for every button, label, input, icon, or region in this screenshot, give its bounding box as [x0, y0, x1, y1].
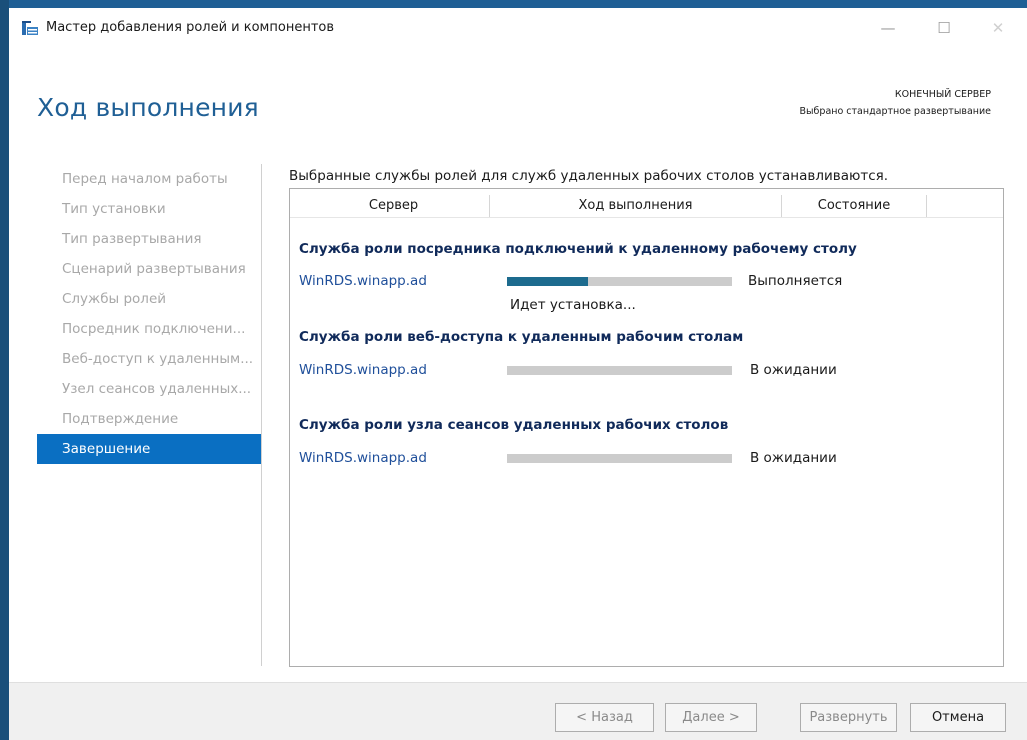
progress-bar-fill — [507, 277, 588, 286]
wizard-footer: < Назад Далее > Развернуть Отмена — [9, 682, 1027, 740]
wizard-steps-nav: Перед началом работы Тип установки Тип р… — [37, 164, 261, 464]
deploy-button[interactable]: Развернуть — [800, 703, 897, 732]
group-title-connection-broker: Служба роли посредника подключений к уда… — [299, 241, 857, 257]
nav-step-connection-broker[interactable]: Посредник подключени... — [37, 314, 261, 344]
intro-text: Выбранные службы ролей для служб удаленн… — [289, 168, 889, 184]
nav-step-before-you-begin[interactable]: Перед началом работы — [37, 164, 261, 194]
minimize-button[interactable]: — — [865, 14, 911, 42]
nav-step-deployment-scenario[interactable]: Сценарий развертывания — [37, 254, 261, 284]
nav-step-web-access[interactable]: Веб-доступ к удаленным... — [37, 344, 261, 374]
maximize-button[interactable]: ☐ — [921, 14, 967, 42]
nav-step-completion[interactable]: Завершение — [37, 434, 261, 464]
wizard-window: Мастер добавления ролей и компонентов — … — [9, 8, 1027, 740]
close-button[interactable]: ✕ — [975, 14, 1021, 42]
title-bar[interactable]: Мастер добавления ролей и компонентов — … — [9, 8, 1027, 48]
progress-bar — [507, 277, 732, 286]
row-server-name: WinRDS.winapp.ad — [299, 362, 427, 378]
next-button[interactable]: Далее > — [665, 703, 757, 732]
nav-step-confirmation[interactable]: Подтверждение — [37, 404, 261, 434]
server-manager-icon — [22, 21, 38, 35]
row-state: Выполняется — [748, 273, 843, 289]
nav-step-installation-type[interactable]: Тип установки — [37, 194, 261, 224]
desktop-background-left — [0, 0, 9, 740]
row-server-name: WinRDS.winapp.ad — [299, 450, 427, 466]
progress-bar — [507, 366, 732, 375]
row-substatus: Идет установка... — [510, 297, 636, 313]
back-button[interactable]: < Назад — [555, 703, 654, 732]
group-title-web-access: Служба роли веб-доступа к удаленным рабо… — [299, 329, 744, 345]
page-title: Ход выполнения — [37, 93, 259, 122]
desktop-background-top — [0, 0, 1027, 8]
nav-step-role-services[interactable]: Службы ролей — [37, 284, 261, 314]
column-header-state[interactable]: Состояние — [782, 195, 927, 217]
progress-bar — [507, 454, 732, 463]
row-server-name: WinRDS.winapp.ad — [299, 273, 427, 289]
header-separator — [290, 217, 1003, 218]
nav-divider — [261, 164, 262, 666]
cancel-button[interactable]: Отмена — [910, 703, 1006, 732]
row-state: В ожидании — [750, 450, 837, 466]
group-title-session-host: Служба роли узла сеансов удаленных рабоч… — [299, 417, 729, 433]
column-header-server[interactable]: Сервер — [298, 195, 490, 217]
destination-server-label: КОНЕЧНЫЙ СЕРВЕР — [894, 89, 991, 100]
window-title: Мастер добавления ролей и компонентов — [46, 20, 335, 35]
destination-server-value: Выбрано стандартное развертывание — [799, 106, 991, 117]
progress-list-panel[interactable]: Сервер Ход выполнения Состояние Служба р… — [289, 188, 1004, 667]
column-header-progress[interactable]: Ход выполнения — [490, 195, 782, 217]
nav-step-deployment-type[interactable]: Тип развертывания — [37, 224, 261, 254]
row-state: В ожидании — [750, 362, 837, 378]
nav-step-session-host[interactable]: Узел сеансов удаленных... — [37, 374, 261, 404]
